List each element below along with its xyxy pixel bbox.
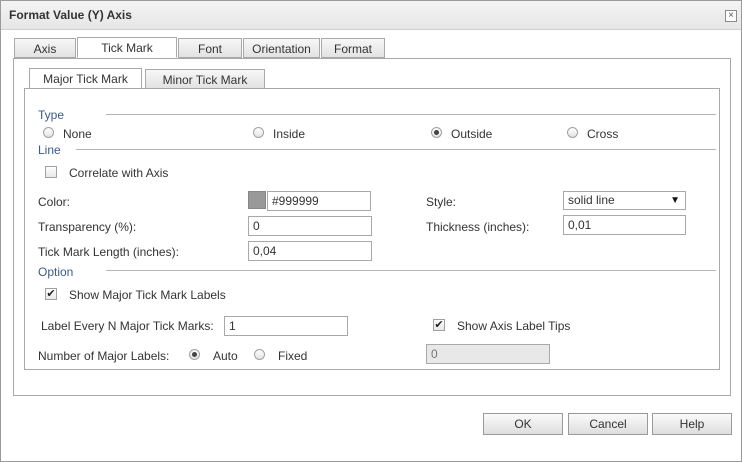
type-none-radio[interactable] — [43, 127, 54, 138]
thickness-field[interactable]: 0,01 — [563, 215, 686, 235]
style-select-value: solid line — [568, 193, 615, 207]
number-of-major-labels-label: Number of Major Labels: — [38, 349, 170, 363]
type-cross-radio[interactable] — [567, 127, 578, 138]
correlate-with-axis-checkbox[interactable] — [45, 166, 57, 178]
tab-tick-mark[interactable]: Tick Mark — [77, 37, 177, 58]
transparency-label: Transparency (%): — [38, 220, 137, 234]
correlate-with-axis-label: Correlate with Axis — [69, 166, 169, 180]
type-inside-radio[interactable] — [253, 127, 264, 138]
tick-mark-length-label: Tick Mark Length (inches): — [38, 245, 179, 259]
transparency-field[interactable]: 0 — [248, 216, 372, 236]
tab-font-label: Font — [197, 42, 222, 56]
option-section-title: Option — [38, 265, 74, 279]
type-none-label: None — [63, 127, 92, 141]
help-button[interactable]: Help — [652, 413, 732, 435]
color-field[interactable]: #999999 — [267, 191, 371, 211]
tab-format[interactable]: Format — [321, 38, 385, 58]
label-every-n-field[interactable]: 1 — [224, 316, 348, 336]
show-axis-label-tips-checkbox[interactable]: ✔ — [433, 319, 445, 331]
type-inside-label: Inside — [273, 127, 306, 141]
style-select[interactable]: solid line ▼ — [563, 191, 686, 210]
dialog-title: Format Value (Y) Axis — [9, 8, 132, 22]
tab-orientation[interactable]: Orientation — [243, 38, 320, 58]
tab-major-label: Major Tick Mark — [43, 72, 128, 86]
fixed-labels-field[interactable]: 0 — [426, 344, 550, 364]
num-labels-auto-radio[interactable] — [189, 349, 200, 360]
style-label: Style: — [426, 195, 457, 209]
tab-minor-label: Minor Tick Mark — [162, 73, 248, 87]
title-bar: Format Value (Y) Axis × — [1, 1, 741, 30]
num-labels-auto-label: Auto — [213, 349, 238, 363]
tab-minor-tick-mark[interactable]: Minor Tick Mark — [145, 69, 265, 89]
tick-mark-length-field[interactable]: 0,04 — [248, 241, 372, 261]
radio-selected-dot — [192, 352, 197, 357]
show-axis-label-tips-label: Show Axis Label Tips — [457, 319, 571, 333]
tab-axis[interactable]: Axis — [14, 38, 76, 58]
close-icon[interactable]: × — [725, 10, 737, 22]
type-outside-label: Outside — [451, 127, 493, 141]
ok-button[interactable]: OK — [483, 413, 563, 435]
tab-orientation-label: Orientation — [252, 42, 311, 56]
tab-tick-mark-label: Tick Mark — [101, 41, 153, 55]
label-every-n-label: Label Every N Major Tick Marks: — [41, 319, 214, 333]
tab-axis-label: Axis — [33, 42, 57, 56]
tab-format-label: Format — [333, 42, 372, 56]
line-section-title: Line — [38, 143, 61, 157]
type-divider — [106, 114, 716, 115]
tab-major-tick-mark[interactable]: Major Tick Mark — [29, 68, 142, 89]
type-outside-radio[interactable] — [431, 127, 442, 138]
show-major-labels-label: Show Major Tick Mark Labels — [69, 288, 226, 302]
show-major-labels-checkbox[interactable]: ✔ — [45, 288, 57, 300]
cancel-button[interactable]: Cancel — [568, 413, 648, 435]
num-labels-fixed-label: Fixed — [278, 349, 308, 363]
color-label: Color: — [38, 195, 71, 209]
type-section-title: Type — [38, 108, 65, 122]
type-cross-label: Cross — [587, 127, 619, 141]
radio-selected-dot — [434, 130, 439, 135]
num-labels-fixed-radio[interactable] — [254, 349, 265, 360]
option-divider — [106, 270, 716, 271]
line-divider — [76, 149, 716, 150]
chevron-down-icon: ▼ — [670, 195, 680, 206]
thickness-label: Thickness (inches): — [426, 220, 530, 234]
tab-font[interactable]: Font — [178, 38, 242, 58]
color-swatch[interactable] — [248, 191, 266, 209]
